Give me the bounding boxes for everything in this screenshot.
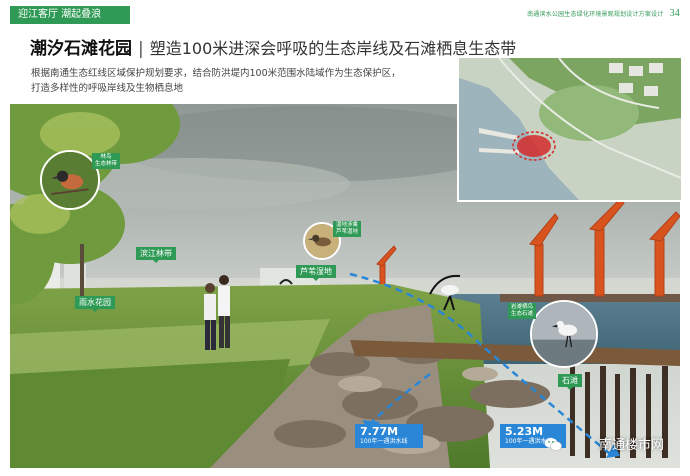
location-map	[457, 56, 683, 202]
beach-bird-photo	[530, 300, 598, 368]
forest-belt-label: 滨江林带	[136, 247, 176, 263]
watermark: 南通楼市网	[598, 438, 664, 453]
page-number: 34	[669, 8, 680, 19]
stone-beach-label: 石滩	[558, 374, 582, 390]
location-map-graphic	[459, 58, 681, 200]
page-title: 潮汐石滩花园 | 塑造100米进深会呼吸的生态岸线及石滩栖息生态带	[30, 34, 516, 59]
section-tag: 迎江客厅 潮起叠浪	[10, 6, 130, 24]
rain-garden-label: 雨水花园	[75, 296, 115, 312]
wetland-bird-label: 湿地涉禽 芦苇湿地	[333, 221, 362, 237]
description: 根据南通生态红线区域保护规划要求，结合防洪堤内100米范围水陆域作为生态保护区，…	[31, 66, 451, 96]
beach-bird-label-line1: 岩滩栖鸟	[511, 304, 534, 310]
forest-bird-label: 林鸟 生态林带	[92, 153, 121, 169]
forest-bird-label-line1: 林鸟	[100, 154, 112, 160]
wetland-bird-label-line1: 湿地涉禽	[336, 222, 359, 228]
flood-line-box-1: 7.77M 100年一遇洪水线	[355, 424, 423, 448]
flood-line-caption: 100年一遇洪水线	[360, 438, 408, 445]
title-main: 潮汐石滩花园	[30, 39, 132, 59]
description-line-1: 根据南通生态红线区域保护规划要求，结合防洪堤内100米范围水陆域作为生态保护区，	[31, 68, 401, 79]
forest-bird-label-line2: 生态林带	[95, 161, 118, 167]
title-separator: |	[138, 39, 144, 59]
description-line-2: 打造多样性的呼吸岸线及生物栖息地	[31, 83, 184, 94]
doc-title: 南通滨水公园生态绿化环境景观规划设计方案设计	[527, 11, 664, 18]
wetland-bird-label-line2: 芦苇湿地	[336, 229, 359, 235]
wechat-icon	[544, 438, 562, 451]
bird-icon	[532, 302, 596, 366]
forest-bird-photo	[40, 150, 100, 210]
doc-header: 南通滨水公园生态绿化环境景观规划设计方案设计 34	[527, 8, 680, 19]
page: 迎江客厅 潮起叠浪 南通滨水公园生态绿化环境景观规划设计方案设计 34 潮汐石滩…	[0, 0, 690, 476]
beach-bird-label: 岩滩栖鸟 生态石滩	[508, 303, 537, 319]
flood-line-height: 7.77M	[360, 425, 399, 438]
bird-icon	[42, 152, 98, 208]
reed-wetland-label: 芦苇湿地	[296, 265, 336, 281]
beach-bird-label-line2: 生态石滩	[511, 311, 534, 317]
